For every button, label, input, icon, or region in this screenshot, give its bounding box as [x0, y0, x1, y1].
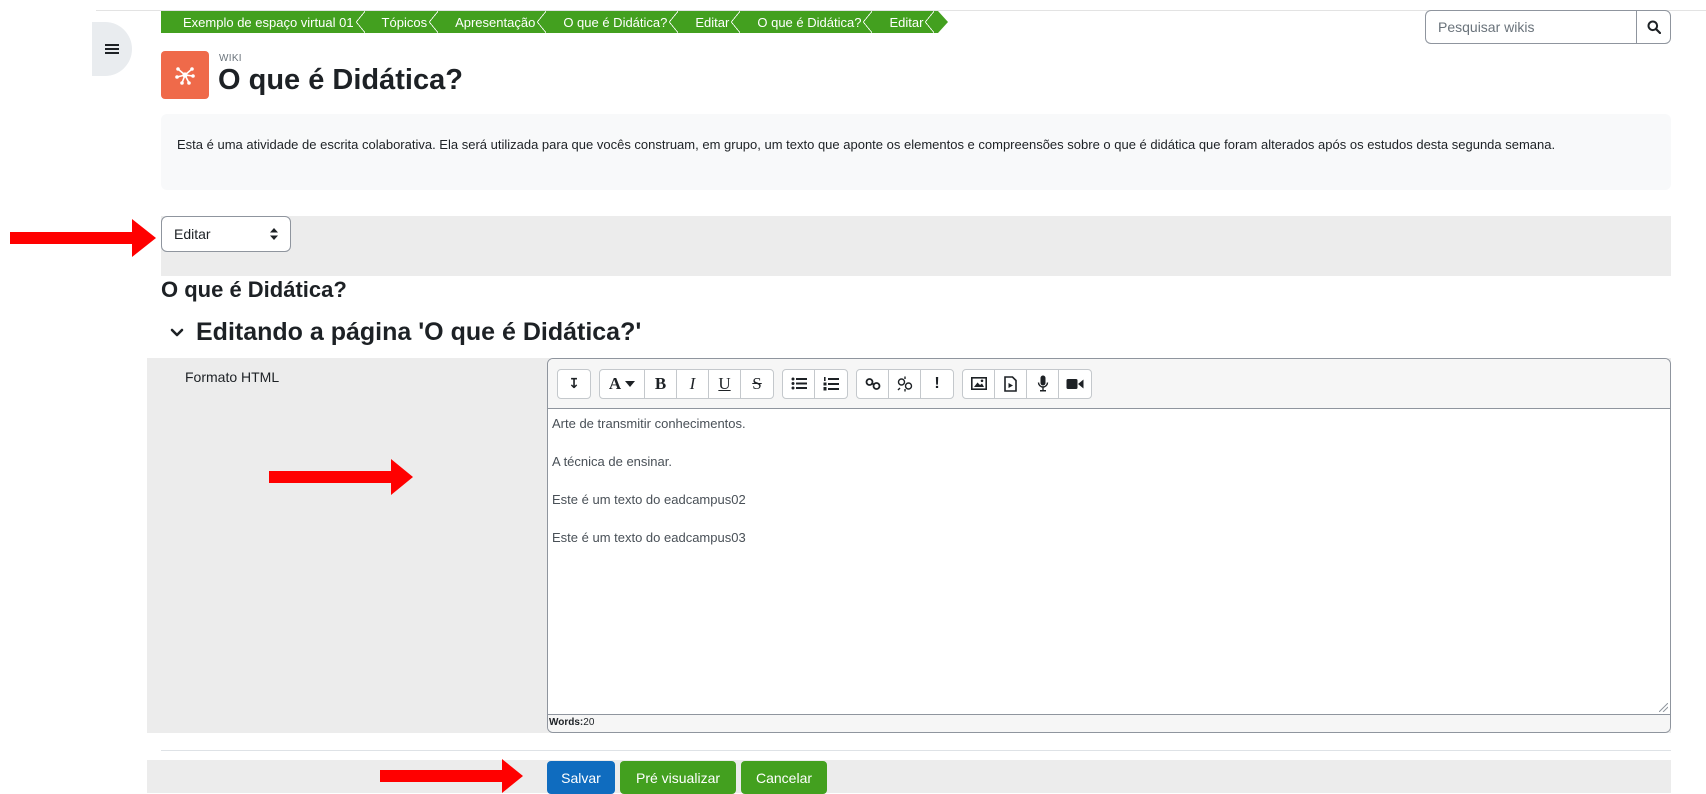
select-arrows-icon [270, 228, 278, 240]
breadcrumb-item-course[interactable]: Exemplo de espaço virtual 01 [161, 11, 369, 33]
breadcrumb-item-page[interactable]: O que é Didática? [744, 11, 877, 33]
search-button[interactable] [1636, 10, 1671, 44]
link-icon [865, 377, 880, 390]
link-button[interactable] [857, 369, 889, 398]
strikethrough-button[interactable]: S [741, 370, 773, 398]
accessibility-checker-button[interactable]: ! [921, 370, 953, 398]
underline-icon: U [718, 373, 731, 393]
breadcrumb-item-wiki[interactable]: O que é Didática? [550, 11, 683, 33]
course-index-toggle[interactable] [92, 22, 132, 76]
search-input[interactable] [1425, 10, 1636, 44]
unordered-list-icon [791, 377, 807, 390]
record-audio-button[interactable] [1027, 369, 1059, 398]
insert-image-button[interactable] [963, 369, 995, 398]
page-heading: O que é Didática? [161, 277, 347, 302]
chevron-down-icon [170, 328, 184, 336]
italic-button[interactable]: I [677, 369, 709, 398]
breadcrumb-item-edit[interactable]: Editar [682, 11, 745, 33]
resize-handle-icon[interactable] [1659, 703, 1668, 712]
caret-down-icon [625, 380, 636, 387]
wiki-navigation-bar: Editar [161, 216, 1671, 276]
image-icon [970, 377, 987, 390]
annotation-arrow-editor [269, 459, 413, 495]
editing-section-title: Editando a página 'O que é Didática?' [196, 318, 642, 346]
form-actions-bar [147, 760, 1671, 793]
word-count: Words:20 [548, 714, 1670, 732]
cancel-button[interactable]: Cancelar [741, 761, 827, 794]
toolbar-group-style: A B I U S [599, 368, 774, 399]
save-button[interactable]: Salvar [547, 761, 615, 794]
media-file-icon [1004, 375, 1017, 392]
unlink-icon [897, 376, 912, 391]
exclamation-icon: ! [934, 374, 940, 392]
breadcrumb: Exemplo de espaço virtual 01 Tópicos Apr… [161, 11, 949, 33]
breadcrumb-item-section[interactable]: Apresentação [442, 11, 551, 33]
annotation-arrow-select [10, 219, 156, 257]
ordered-list-button[interactable] [815, 370, 847, 398]
bold-icon: B [654, 373, 667, 393]
unordered-list-button[interactable] [783, 369, 815, 398]
video-camera-icon [1066, 378, 1084, 389]
form-divider [161, 750, 1671, 751]
activity-title: O que é Didática? [218, 64, 463, 96]
wiki-search [1425, 10, 1671, 44]
breadcrumb-item-topics[interactable]: Tópicos [368, 11, 443, 33]
font-color-icon: A [608, 373, 622, 393]
font-color-button[interactable]: A [600, 369, 645, 398]
field-label: Formato HTML [185, 369, 280, 385]
bold-button[interactable]: B [645, 369, 677, 398]
italic-icon: I [689, 373, 696, 393]
insert-media-button[interactable] [995, 369, 1027, 398]
breadcrumb-tip [938, 11, 949, 33]
editing-section-toggle[interactable]: Editando a página 'O que é Didática?' [170, 318, 641, 347]
underline-button[interactable]: U [709, 369, 741, 398]
content-line: Arte de transmitir conhecimentos. [552, 416, 746, 431]
word-count-value: 20 [583, 717, 595, 728]
record-video-button[interactable] [1059, 370, 1091, 398]
activity-type-label: WIKI [219, 53, 242, 64]
word-count-label: Words: [549, 717, 584, 728]
html-editor: ↧ A B I U S ! Arte de transmitir conheci… [547, 358, 1671, 733]
unlink-button[interactable] [889, 369, 921, 398]
content-line: A técnica de ensinar. [552, 454, 672, 469]
toolbar-group-lists [782, 368, 848, 399]
toolbar-group-collapse: ↧ [557, 368, 591, 399]
annotation-arrow-save [380, 759, 523, 793]
editor-toolbar: ↧ A B I U S ! [548, 359, 1670, 409]
collapse-toolbar-button[interactable]: ↧ [558, 370, 590, 398]
activity-description: Esta é uma atividade de escrita colabora… [161, 114, 1671, 190]
content-line: Este é um texto do eadcampus03 [552, 530, 746, 545]
microphone-icon [1037, 375, 1048, 392]
toolbar-group-links: ! [856, 368, 954, 399]
search-icon [1647, 20, 1661, 34]
wiki-icon [161, 51, 209, 99]
strikethrough-icon: S [752, 373, 762, 393]
wiki-mode-select[interactable]: Editar [161, 216, 291, 252]
list-icon [105, 42, 119, 56]
editor-content-area[interactable]: Arte de transmitir conhecimentos. A técn… [548, 409, 1670, 714]
ordered-list-icon [823, 376, 839, 390]
toolbar-group-media [962, 368, 1092, 399]
content-line: Este é um texto do eadcampus02 [552, 492, 746, 507]
wiki-mode-select-value: Editar [174, 226, 211, 242]
preview-button[interactable]: Pré visualizar [620, 761, 736, 794]
breadcrumb-item-current: Editar [876, 11, 939, 33]
